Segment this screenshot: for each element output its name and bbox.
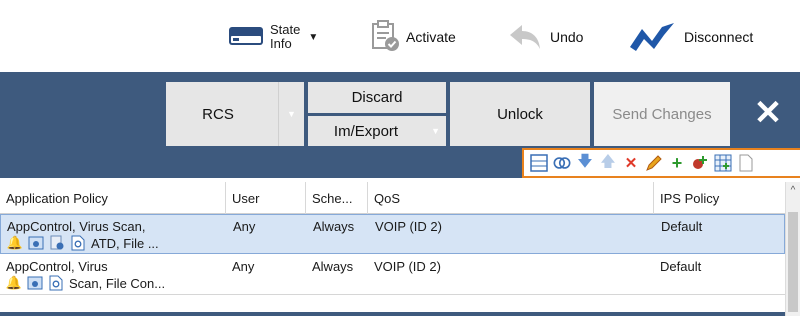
scroll-up-icon[interactable]: ^ <box>786 182 800 198</box>
edit-icon[interactable] <box>645 154 663 172</box>
application-policy-line2-text: Scan, File Con... <box>69 275 166 291</box>
table-footer-band <box>0 312 785 316</box>
policy-table: Application Policy User Sche... QoS IPS … <box>0 178 800 316</box>
top-toolbar: State Info ▼ Activate Undo Disconnect <box>0 0 800 72</box>
send-changes-label: Send Changes <box>612 105 712 123</box>
disconnect-button[interactable]: Disconnect <box>628 18 753 56</box>
delete-icon[interactable]: ✕ <box>622 154 640 172</box>
application-policy-line1: AppControl, Virus <box>6 259 108 274</box>
user-cell: Any <box>233 219 256 234</box>
schedule-cell: Always <box>313 219 355 234</box>
column-header-ips-policy[interactable]: IPS Policy <box>654 182 785 214</box>
application-policy-cell: AppControl, Virus 🔔 Scan, File Con... <box>0 259 226 291</box>
table-header: Application Policy User Sche... QoS IPS … <box>0 182 785 214</box>
bell-icon: 🔔 <box>5 275 23 290</box>
move-up-icon[interactable]: 🡅 <box>599 153 617 172</box>
rcs-dropdown-icon[interactable]: ▼ <box>278 82 304 146</box>
chevron-down-icon[interactable]: ▼ <box>308 32 318 43</box>
state-info-line1: State <box>270 22 301 37</box>
disconnect-wave-icon <box>628 21 676 54</box>
application-policy-cell: AppControl, Virus Scan, 🔔 ATD, File ... <box>1 219 227 251</box>
undo-button[interactable]: Undo <box>508 18 583 56</box>
disconnect-label: Disconnect <box>684 29 754 45</box>
application-policy-line2: 🔔 Scan, File Con... <box>6 275 226 291</box>
bell-icon: 🔔 <box>6 235 24 250</box>
rcs-button[interactable]: RCS ▼ <box>166 82 304 146</box>
table-row[interactable]: AppControl, Virus 🔔 Scan, File Con... An… <box>0 255 785 295</box>
ips-policy-cell: Default <box>660 259 702 274</box>
rule-icon-toolbar: 🡇 🡅 ✕ + <box>522 148 800 178</box>
unlock-label: Unlock <box>497 105 543 123</box>
activate-button[interactable]: Activate <box>370 18 456 56</box>
atd-icon <box>49 235 65 251</box>
discard-label: Discard <box>351 89 403 106</box>
file-content-icon <box>70 235 86 251</box>
activate-label: Activate <box>406 29 456 45</box>
application-policy-line2-text: ATD, File ... <box>91 235 159 251</box>
rcs-label: RCS <box>202 105 234 123</box>
state-info-label: State Info <box>270 23 300 51</box>
application-policy-line1: AppControl, Virus Scan, <box>7 219 146 234</box>
virus-scan-icon <box>27 275 43 291</box>
table-row[interactable]: AppControl, Virus Scan, 🔔 ATD, File ... … <box>0 214 785 254</box>
column-header-qos[interactable]: QoS <box>368 182 654 214</box>
discard-button[interactable]: Discard <box>308 82 446 113</box>
column-header-schedule[interactable]: Sche... <box>306 182 368 214</box>
schedule-cell: Always <box>312 259 354 274</box>
grid-icon[interactable] <box>714 154 732 172</box>
file-content-icon <box>48 275 64 291</box>
im-export-dropdown-icon[interactable]: ▼ <box>431 126 440 136</box>
send-changes-button[interactable]: Send Changes <box>594 82 730 146</box>
im-export-button[interactable]: Im/Export ▼ <box>308 116 446 146</box>
im-export-label: Im/Export <box>333 122 399 140</box>
rows-icon[interactable] <box>530 154 548 172</box>
state-info-button[interactable]: State Info ▼ <box>228 18 318 56</box>
undo-label: Undo <box>550 29 584 45</box>
move-down-icon[interactable]: 🡇 <box>576 153 594 172</box>
user-cell: Any <box>232 259 255 274</box>
state-info-line2: Info <box>270 36 292 51</box>
application-policy-line2: 🔔 ATD, File ... <box>7 235 227 251</box>
qos-cell: VOIP (ID 2) <box>375 219 442 234</box>
server-icon <box>228 24 264 51</box>
document-icon[interactable] <box>737 154 755 172</box>
column-header-user[interactable]: User <box>226 182 306 214</box>
ips-policy-cell: Default <box>661 219 703 234</box>
scroll-thumb[interactable] <box>788 212 798 312</box>
qos-cell: VOIP (ID 2) <box>374 259 441 274</box>
add-icon[interactable]: + <box>668 153 686 173</box>
close-icon[interactable]: ✕ <box>744 88 792 138</box>
unlock-button[interactable]: Unlock <box>450 82 590 146</box>
merge-icon[interactable] <box>553 154 571 172</box>
column-header-application-policy[interactable]: Application Policy <box>0 182 226 214</box>
add-rule-icon[interactable] <box>691 154 709 172</box>
clipboard-check-icon <box>370 19 400 55</box>
virus-scan-icon <box>28 235 44 251</box>
undo-arrow-icon <box>508 21 542 54</box>
vertical-scrollbar[interactable]: ^ <box>785 182 800 316</box>
